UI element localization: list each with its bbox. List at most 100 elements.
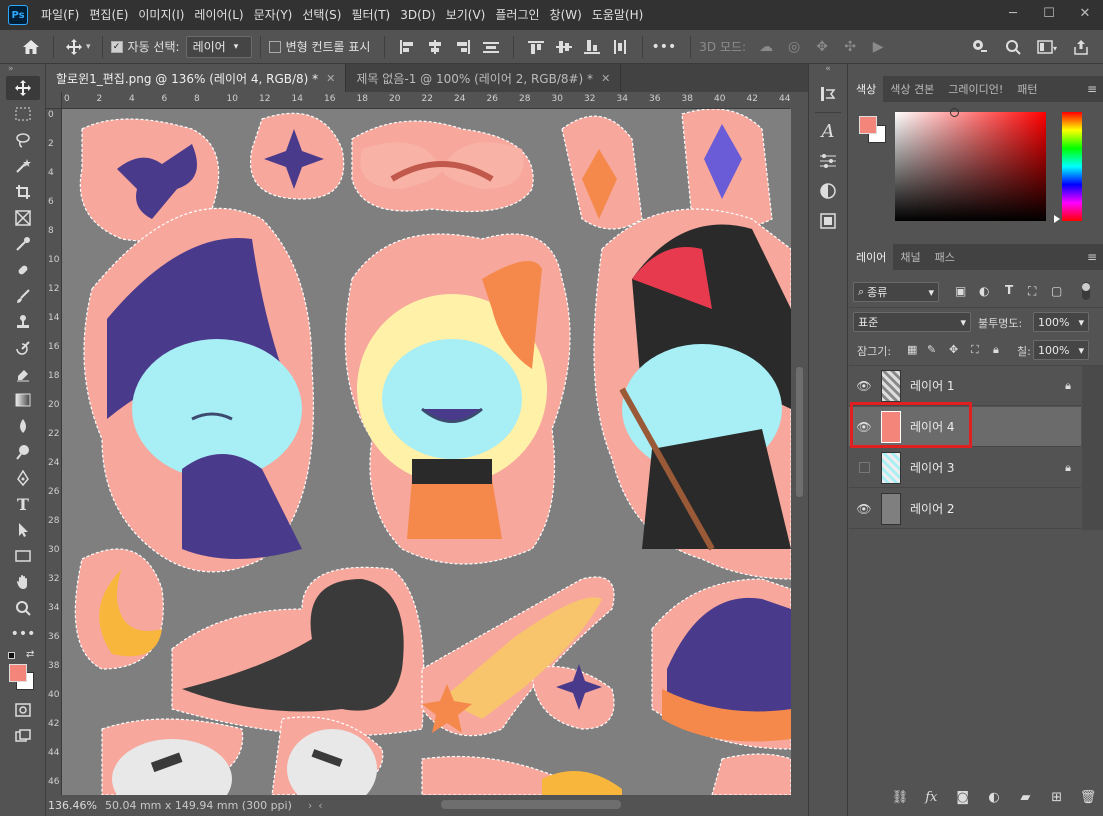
default-colors-icon[interactable] — [8, 652, 15, 659]
workspace-icon[interactable]: ▾ — [1036, 36, 1058, 58]
tab-paths[interactable]: 패스 — [928, 244, 962, 270]
ruler-origin[interactable] — [46, 92, 62, 109]
close-tab-icon[interactable]: ✕ — [326, 72, 335, 85]
brush-tool-icon[interactable] — [6, 284, 40, 308]
path-selection-tool-icon[interactable] — [6, 518, 40, 542]
menu-window[interactable]: 창(W) — [545, 0, 587, 30]
filter-adjustment-icon[interactable]: ◐ — [979, 284, 989, 298]
layer-name[interactable]: 레이어 3 — [910, 459, 955, 476]
saturation-value-field[interactable] — [895, 108, 1046, 221]
zoom-level[interactable]: 136.46% — [48, 799, 97, 812]
color-panel-foreground-swatch[interactable] — [859, 116, 877, 134]
filter-pixel-icon[interactable]: ▣ — [955, 284, 966, 298]
vertical-ruler[interactable]: 0 2 4 6 8 10 12 14 16 18 20 22 24 26 28 30 32 34 36 38 40 42 4… — [46, 109, 62, 795]
share-icon[interactable] — [1070, 36, 1092, 58]
more-tools-icon[interactable]: ••• — [6, 622, 40, 646]
hue-slider[interactable] — [1062, 112, 1082, 221]
align-center-h-icon[interactable] — [424, 36, 446, 58]
foreground-color-swatch[interactable] — [9, 664, 27, 682]
menu-select[interactable]: 선택(S) — [297, 0, 346, 30]
lasso-tool-icon[interactable] — [6, 128, 40, 152]
collapse-toolbar-icon[interactable]: » — [0, 64, 45, 74]
transform-controls-checkbox[interactable] — [268, 40, 281, 53]
new-group-icon[interactable]: ▰ — [1014, 790, 1036, 805]
lock-image-icon[interactable]: ✎ — [927, 343, 936, 356]
vertical-scroll-thumb[interactable] — [796, 367, 803, 497]
tab-patterns[interactable]: 패턴 — [1010, 76, 1044, 102]
move-tool-icon[interactable] — [6, 76, 40, 100]
new-layer-icon[interactable]: ⊞ — [1046, 790, 1068, 805]
close-button[interactable]: ✕ — [1067, 0, 1103, 26]
3d-slide-icon[interactable]: ✣ — [839, 36, 861, 58]
align-top-icon[interactable] — [525, 36, 547, 58]
lock-position-icon[interactable]: ✥ — [949, 343, 958, 356]
tab-layers[interactable]: 레이어 — [849, 244, 894, 270]
adjustments-panel-icon[interactable] — [816, 149, 840, 173]
frame-tool-icon[interactable] — [6, 206, 40, 230]
layer-row-2[interactable]: 👁︎ 레이어 2 — [849, 489, 1081, 529]
magic-wand-tool-icon[interactable] — [6, 154, 40, 178]
layer-row-3[interactable]: 레이어 3 🔒︎ — [849, 448, 1081, 488]
menu-image[interactable]: 이미지(I) — [133, 0, 189, 30]
filter-toggle[interactable] — [1082, 282, 1090, 300]
distribute-v-icon[interactable] — [609, 36, 631, 58]
eraser-tool-icon[interactable] — [6, 362, 40, 386]
document-canvas[interactable] — [62, 109, 791, 795]
menu-file[interactable]: 파일(F) — [36, 0, 84, 30]
filter-smart-object-icon[interactable]: ▢ — [1051, 284, 1062, 298]
lock-all-icon[interactable]: 🔒︎ — [993, 343, 999, 357]
align-left-icon[interactable] — [396, 36, 418, 58]
dodge-tool-icon[interactable] — [6, 440, 40, 464]
3d-roll-icon[interactable]: ◎ — [783, 36, 805, 58]
user-search-icon[interactable] — [968, 36, 990, 58]
layer-filter-dropdown[interactable]: ⌕ 종류 ▾ — [853, 282, 939, 302]
layer-name[interactable]: 레이어 1 — [910, 377, 955, 394]
quick-mask-icon[interactable] — [6, 698, 40, 722]
screen-mode-icon[interactable] — [6, 724, 40, 748]
panel-menu-icon[interactable]: ≡ — [1087, 250, 1097, 264]
3d-camera-icon[interactable]: ▶ — [867, 36, 889, 58]
crop-tool-icon[interactable] — [6, 180, 40, 204]
opacity-field[interactable]: 100% ▾ — [1033, 312, 1089, 332]
layer-row-1[interactable]: 👁︎ 레이어 1 🔒︎ — [849, 366, 1081, 406]
menu-view[interactable]: 보기(V) — [441, 0, 491, 30]
swap-colors-icon[interactable]: ⇄ — [26, 649, 34, 660]
move-tool-preset-icon[interactable]: ▾ — [65, 36, 91, 58]
minimize-button[interactable]: ─ — [995, 0, 1031, 26]
panel-menu-icon[interactable]: ≡ — [1087, 82, 1097, 96]
visibility-toggle-empty[interactable] — [849, 462, 879, 473]
character-panel-icon[interactable]: A — [816, 119, 840, 143]
visibility-eye-icon[interactable]: 👁︎ — [849, 379, 879, 393]
menu-type[interactable]: 문자(Y) — [249, 0, 298, 30]
adjustment-layer-icon[interactable]: ◐ — [983, 790, 1005, 805]
align-right-icon[interactable] — [452, 36, 474, 58]
healing-brush-tool-icon[interactable] — [6, 258, 40, 282]
maximize-button[interactable]: ☐ — [1031, 0, 1067, 26]
menu-layer[interactable]: 레이어(L) — [189, 0, 248, 30]
more-options-button[interactable]: ••• — [651, 39, 676, 55]
expand-panels-icon[interactable]: « — [809, 64, 847, 76]
align-bottom-icon[interactable] — [581, 36, 603, 58]
type-tool-icon[interactable]: T — [6, 492, 40, 516]
visibility-eye-icon[interactable]: 👁︎ — [849, 502, 879, 516]
eyedropper-tool-icon[interactable] — [6, 232, 40, 256]
color-picker-cursor[interactable] — [950, 108, 959, 117]
vertical-scrollbar[interactable] — [791, 92, 808, 795]
tab-gradients[interactable]: 그레이디언! — [941, 76, 1010, 102]
menu-filter[interactable]: 필터(T) — [346, 0, 395, 30]
layers-scrollbar[interactable] — [1082, 366, 1103, 530]
menu-3d[interactable]: 3D(D) — [395, 0, 440, 30]
tab-untitled-1[interactable]: 제목 없음-1 @ 100% (레이어 2, RGB/8#) * ✕ — [346, 64, 622, 92]
pen-tool-icon[interactable] — [6, 466, 40, 490]
auto-select-checkbox[interactable]: ✓ — [110, 40, 123, 53]
layer-name[interactable]: 레이어 2 — [910, 500, 955, 517]
layer-style-icon[interactable]: fx — [920, 790, 942, 805]
distribute-icon[interactable] — [480, 36, 502, 58]
search-icon[interactable] — [1002, 36, 1024, 58]
link-layers-icon[interactable]: ⛓ — [889, 790, 911, 805]
blend-mode-dropdown[interactable]: 표준 ▾ — [853, 312, 971, 332]
lock-transparent-icon[interactable]: ▦ — [907, 343, 917, 356]
3d-pan-icon[interactable]: ✥ — [811, 36, 833, 58]
scroll-left-icon[interactable]: ‹ — [318, 799, 322, 812]
horizontal-ruler[interactable]: 0 2 4 6 8 10 12 14 16 18 20 22 24 26 28 30 32 34 36 38 40 42 4… — [62, 92, 790, 109]
